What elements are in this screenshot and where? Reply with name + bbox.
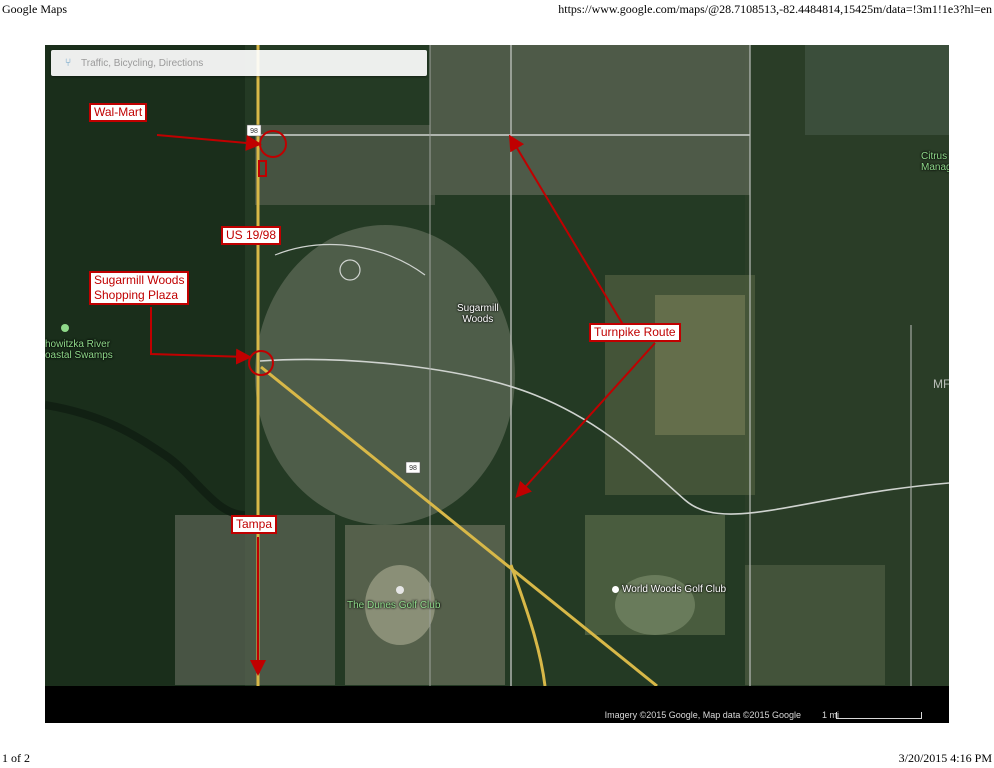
label-dunes-golf-club: The Dunes Golf Club bbox=[347, 600, 441, 611]
callout-turnpike-route: Turnpike Route bbox=[589, 323, 681, 342]
page-url: https://www.google.com/maps/@28.7108513,… bbox=[558, 2, 992, 16]
poi-dot-icon bbox=[612, 585, 619, 593]
route-shield-98-north: 98 bbox=[250, 128, 258, 135]
satellite-map: 98 98 bbox=[45, 45, 949, 688]
page-number: 1 of 2 bbox=[2, 751, 30, 765]
map-footer-bar: Imagery ©2015 Google, Map data ©2015 Goo… bbox=[45, 686, 949, 723]
directions-icon: ⑂ bbox=[64, 57, 72, 69]
label-world-woods-golf-club[interactable]: World Woods Golf Club bbox=[612, 584, 726, 595]
label-sugarmill-woods: Sugarmill Woods bbox=[457, 303, 499, 325]
page-title: Google Maps bbox=[2, 2, 67, 16]
map-view[interactable]: 98 98 ⑂ Traffic, Bicycling, Directions S… bbox=[45, 45, 949, 723]
golf-marker-icon bbox=[396, 586, 404, 594]
callout-us19: US 19/98 bbox=[221, 226, 282, 245]
callout-tampa: Tampa bbox=[231, 515, 278, 534]
callout-shopping-plaza: Sugarmill Woods Shopping Plaza bbox=[89, 271, 190, 305]
print-datetime: 3/20/2015 4:16 PM bbox=[898, 751, 992, 765]
map-attribution: Imagery ©2015 Google, Map data ©2015 Goo… bbox=[604, 710, 801, 720]
map-search-box[interactable]: ⑂ Traffic, Bicycling, Directions bbox=[51, 50, 427, 76]
route-shield-98-south: 98 bbox=[409, 465, 417, 472]
callout-walmart: Wal-Mart bbox=[89, 103, 148, 122]
label-chassahowitzka-swamps: howitzka River oastal Swamps bbox=[45, 339, 113, 361]
scale-bar bbox=[836, 712, 922, 719]
park-marker-icon bbox=[61, 324, 69, 332]
watermark: MFRMLS bbox=[933, 377, 949, 391]
search-placeholder: Traffic, Bicycling, Directions bbox=[81, 57, 204, 69]
label-citrus-management: Citrus Manage bbox=[921, 151, 949, 173]
